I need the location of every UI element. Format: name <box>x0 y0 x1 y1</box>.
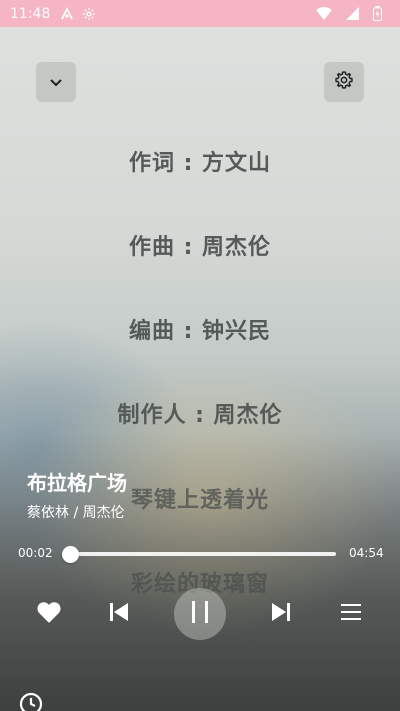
battery-icon <box>373 6 382 21</box>
sleep-timer-button[interactable] <box>19 692 43 711</box>
gear-icon <box>334 70 354 94</box>
pause-button[interactable] <box>174 588 226 640</box>
seek-thumb[interactable] <box>61 546 79 563</box>
status-bar: 11:48 <box>0 0 400 27</box>
status-time: 11:48 <box>10 5 51 22</box>
song-artist: 蔡依林 / 周杰伦 <box>27 505 125 521</box>
queue-list-icon <box>340 602 362 626</box>
playback-controls <box>0 586 400 642</box>
song-info: 布拉格广场 蔡依林 / 周杰伦 <box>27 467 127 522</box>
chevron-down-icon <box>49 73 63 92</box>
wifi-icon <box>316 7 332 20</box>
seek-slider[interactable] <box>61 546 336 563</box>
now-playing-screen: 作词 : 方文山 作曲 : 周杰伦 编曲 : 钟兴民 制作人 : 周杰伦 琴键上… <box>0 27 400 711</box>
pause-icon <box>189 600 211 628</box>
lyric-line[interactable]: 编曲 : 钟兴民 <box>0 313 400 345</box>
current-time: 00:02 <box>18 546 53 560</box>
gear-icon <box>82 7 96 21</box>
queue-button[interactable] <box>336 599 366 629</box>
skip-next-icon <box>270 601 292 627</box>
heart-icon <box>36 600 62 628</box>
status-right <box>316 6 390 21</box>
previous-button[interactable] <box>104 599 134 629</box>
progress-bar: 00:02 04:54 <box>0 542 400 566</box>
next-button[interactable] <box>266 599 296 629</box>
total-time: 04:54 <box>349 546 384 560</box>
collapse-button[interactable] <box>36 62 76 102</box>
clock-icon <box>19 692 43 711</box>
signal-icon <box>346 7 359 20</box>
lyric-line[interactable]: 制作人 : 周杰伦 <box>0 397 400 429</box>
lyric-line[interactable]: 作词 : 方文山 <box>0 145 400 177</box>
skip-previous-icon <box>108 601 130 627</box>
android-debug-icon <box>60 6 74 21</box>
like-button[interactable] <box>34 599 64 629</box>
song-title: 布拉格广场 <box>27 471 127 495</box>
settings-button[interactable] <box>324 62 364 102</box>
lyric-line[interactable]: 作曲 : 周杰伦 <box>0 229 400 261</box>
